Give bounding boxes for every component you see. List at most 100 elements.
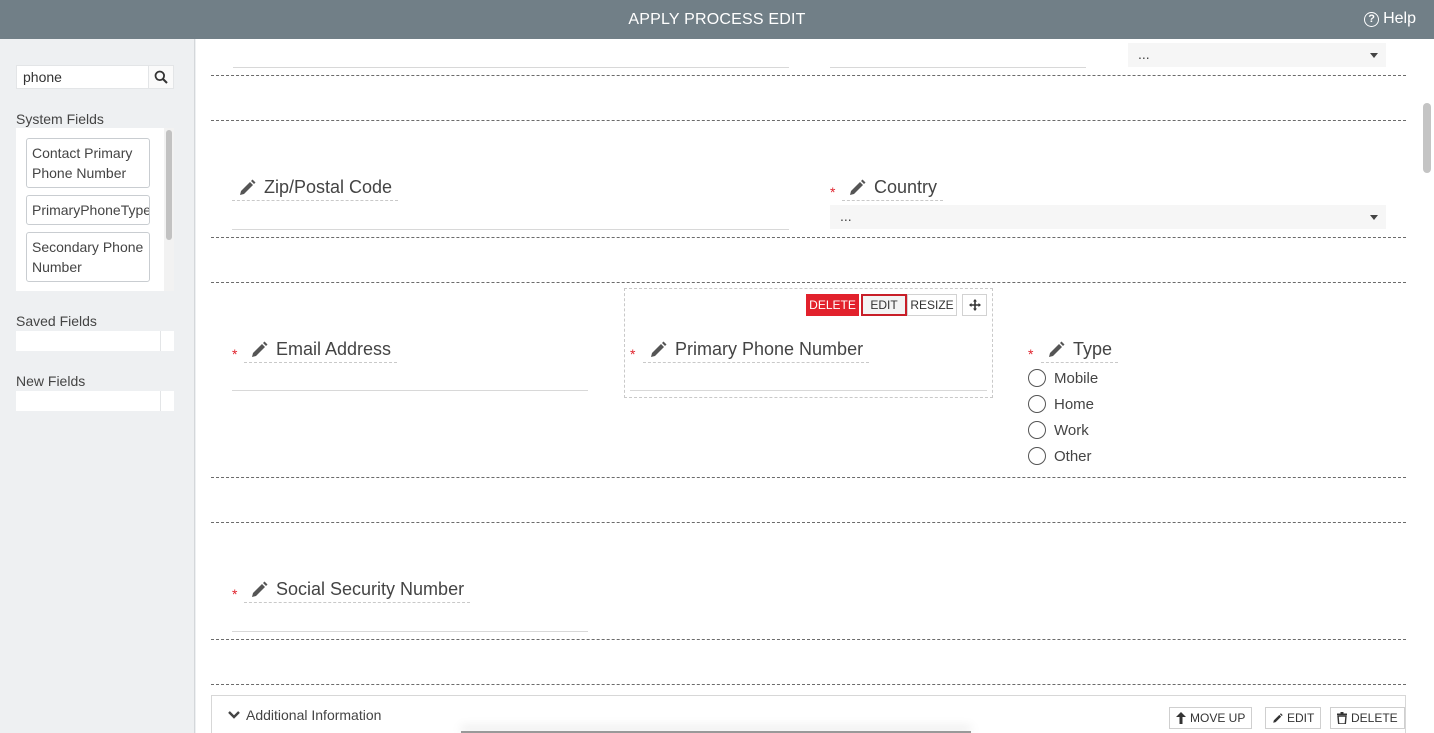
type-option-work[interactable]: Work — [1028, 421, 1089, 439]
help-button[interactable]: ? Help — [1364, 10, 1416, 28]
primary-phone-field-label[interactable]: Primary Phone Number — [643, 339, 870, 363]
field-delete-button[interactable]: DELETE — [806, 294, 859, 316]
divider — [160, 391, 161, 411]
pencil-icon[interactable] — [649, 341, 667, 359]
main-scroll-thumb[interactable] — [1423, 103, 1431, 173]
section-title: Additional Information — [246, 707, 382, 723]
move-up-label: MOVE UP — [1190, 711, 1246, 725]
field-underline — [232, 390, 588, 391]
chevron-down-icon — [228, 711, 240, 719]
zip-field[interactable]: Zip/Postal Code — [232, 177, 399, 202]
zip-label-text: Zip/Postal Code — [264, 177, 393, 197]
field-move-button[interactable] — [962, 294, 987, 316]
search-icon — [154, 70, 168, 84]
required-marker: * — [630, 346, 636, 362]
radio-label: Home — [1054, 395, 1095, 413]
section-toggle[interactable]: Additional Information — [228, 707, 381, 723]
help-icon: ? — [1364, 11, 1380, 27]
primary-phone-field[interactable]: Primary Phone Number — [643, 339, 870, 364]
radio-button[interactable] — [1028, 395, 1046, 413]
additional-information-section: Additional Information MOVE UP EDIT DELE… — [211, 695, 1406, 733]
pencil-icon[interactable] — [1047, 341, 1065, 359]
section-edit-button[interactable]: EDIT — [1265, 707, 1322, 729]
radio-button[interactable] — [1028, 369, 1046, 387]
row-divider — [211, 120, 1406, 121]
email-field[interactable]: Email Address — [244, 339, 398, 364]
page-title: APPLY PROCESS EDIT — [628, 11, 806, 28]
app-titlebar: APPLY PROCESS EDIT ? Help — [0, 0, 1434, 39]
fields-scroll-thumb[interactable] — [166, 130, 172, 240]
arrow-up-icon — [1176, 712, 1186, 724]
system-fields-list: Contact Primary Phone Number PrimaryPhon… — [16, 128, 174, 291]
chevron-down-icon — [1370, 53, 1378, 58]
top-select-value: ... — [1138, 46, 1150, 62]
email-field-label[interactable]: Email Address — [244, 339, 398, 363]
required-marker: * — [830, 184, 836, 200]
field-resize-button[interactable]: RESIZE — [907, 294, 957, 316]
move-up-button[interactable]: MOVE UP — [1169, 707, 1253, 729]
type-option-home[interactable]: Home — [1028, 395, 1094, 413]
primary-phone-label-text: Primary Phone Number — [675, 339, 864, 359]
country-field[interactable]: Country — [842, 177, 944, 202]
field-edit-button[interactable]: EDIT — [861, 294, 907, 316]
required-marker: * — [232, 346, 238, 362]
field-search-input[interactable] — [17, 66, 149, 88]
row-divider — [211, 282, 1406, 283]
section-delete-button[interactable]: DELETE — [1330, 707, 1405, 729]
field-chip-secondary-phone[interactable]: Secondary Phone Number — [26, 232, 150, 282]
saved-fields-label: Saved Fields — [16, 313, 97, 329]
field-search — [16, 65, 174, 89]
pencil-icon[interactable] — [250, 581, 268, 599]
radio-button[interactable] — [1028, 447, 1046, 465]
move-icon — [968, 299, 981, 311]
divider — [160, 331, 161, 351]
field-underline — [630, 390, 987, 391]
section-edit-label: EDIT — [1287, 711, 1315, 725]
type-field[interactable]: Type — [1041, 339, 1119, 364]
type-label-text: Type — [1073, 339, 1113, 359]
radio-label: Other — [1054, 447, 1092, 465]
country-field-label[interactable]: Country — [842, 177, 944, 201]
search-button[interactable] — [148, 66, 173, 88]
pencil-icon[interactable] — [848, 179, 866, 197]
radio-label: Mobile — [1054, 369, 1099, 387]
radio-button[interactable] — [1028, 421, 1046, 439]
form-canvas: ... Zip/Postal Code * Country ... * Emai… — [196, 39, 1434, 733]
radio-label: Work — [1054, 421, 1089, 439]
zip-field-label[interactable]: Zip/Postal Code — [232, 177, 399, 201]
row-divider — [211, 522, 1406, 523]
country-select-value: ... — [840, 208, 852, 224]
ssn-label-text: Social Security Number — [276, 579, 465, 599]
help-label: Help — [1383, 10, 1416, 27]
type-option-mobile[interactable]: Mobile — [1028, 369, 1098, 387]
pencil-icon[interactable] — [250, 341, 268, 359]
field-sidebar: System Fields Contact Primary Phone Numb… — [0, 39, 195, 733]
row-divider — [211, 237, 1406, 238]
row-divider — [211, 477, 1406, 478]
country-label-text: Country — [874, 177, 938, 197]
ssn-field-label[interactable]: Social Security Number — [244, 579, 471, 603]
field-chip-primary-phone-type[interactable]: PrimaryPhoneType — [26, 195, 150, 225]
required-marker: * — [1028, 346, 1034, 362]
field-underline — [830, 67, 1086, 68]
saved-fields-list — [16, 331, 174, 351]
field-chip-contact-primary-phone[interactable]: Contact Primary Phone Number — [26, 138, 150, 188]
type-field-label[interactable]: Type — [1041, 339, 1119, 363]
field-underline — [233, 67, 789, 68]
trash-icon — [1337, 712, 1347, 724]
type-option-other[interactable]: Other — [1028, 447, 1092, 465]
pencil-icon[interactable] — [238, 179, 256, 197]
section-delete-label: DELETE — [1351, 711, 1398, 725]
row-divider — [211, 684, 1406, 685]
country-select[interactable]: ... — [830, 205, 1386, 229]
row-divider — [211, 75, 1406, 76]
fields-scrollbar[interactable] — [164, 128, 174, 291]
new-fields-list — [16, 391, 174, 411]
main-scrollbar[interactable] — [1420, 39, 1434, 733]
new-fields-label: New Fields — [16, 373, 86, 389]
row-divider — [211, 639, 1406, 640]
ssn-field[interactable]: Social Security Number — [244, 579, 471, 604]
system-fields-label: System Fields — [16, 111, 104, 127]
top-select[interactable]: ... — [1128, 43, 1386, 67]
field-underline — [232, 229, 789, 230]
